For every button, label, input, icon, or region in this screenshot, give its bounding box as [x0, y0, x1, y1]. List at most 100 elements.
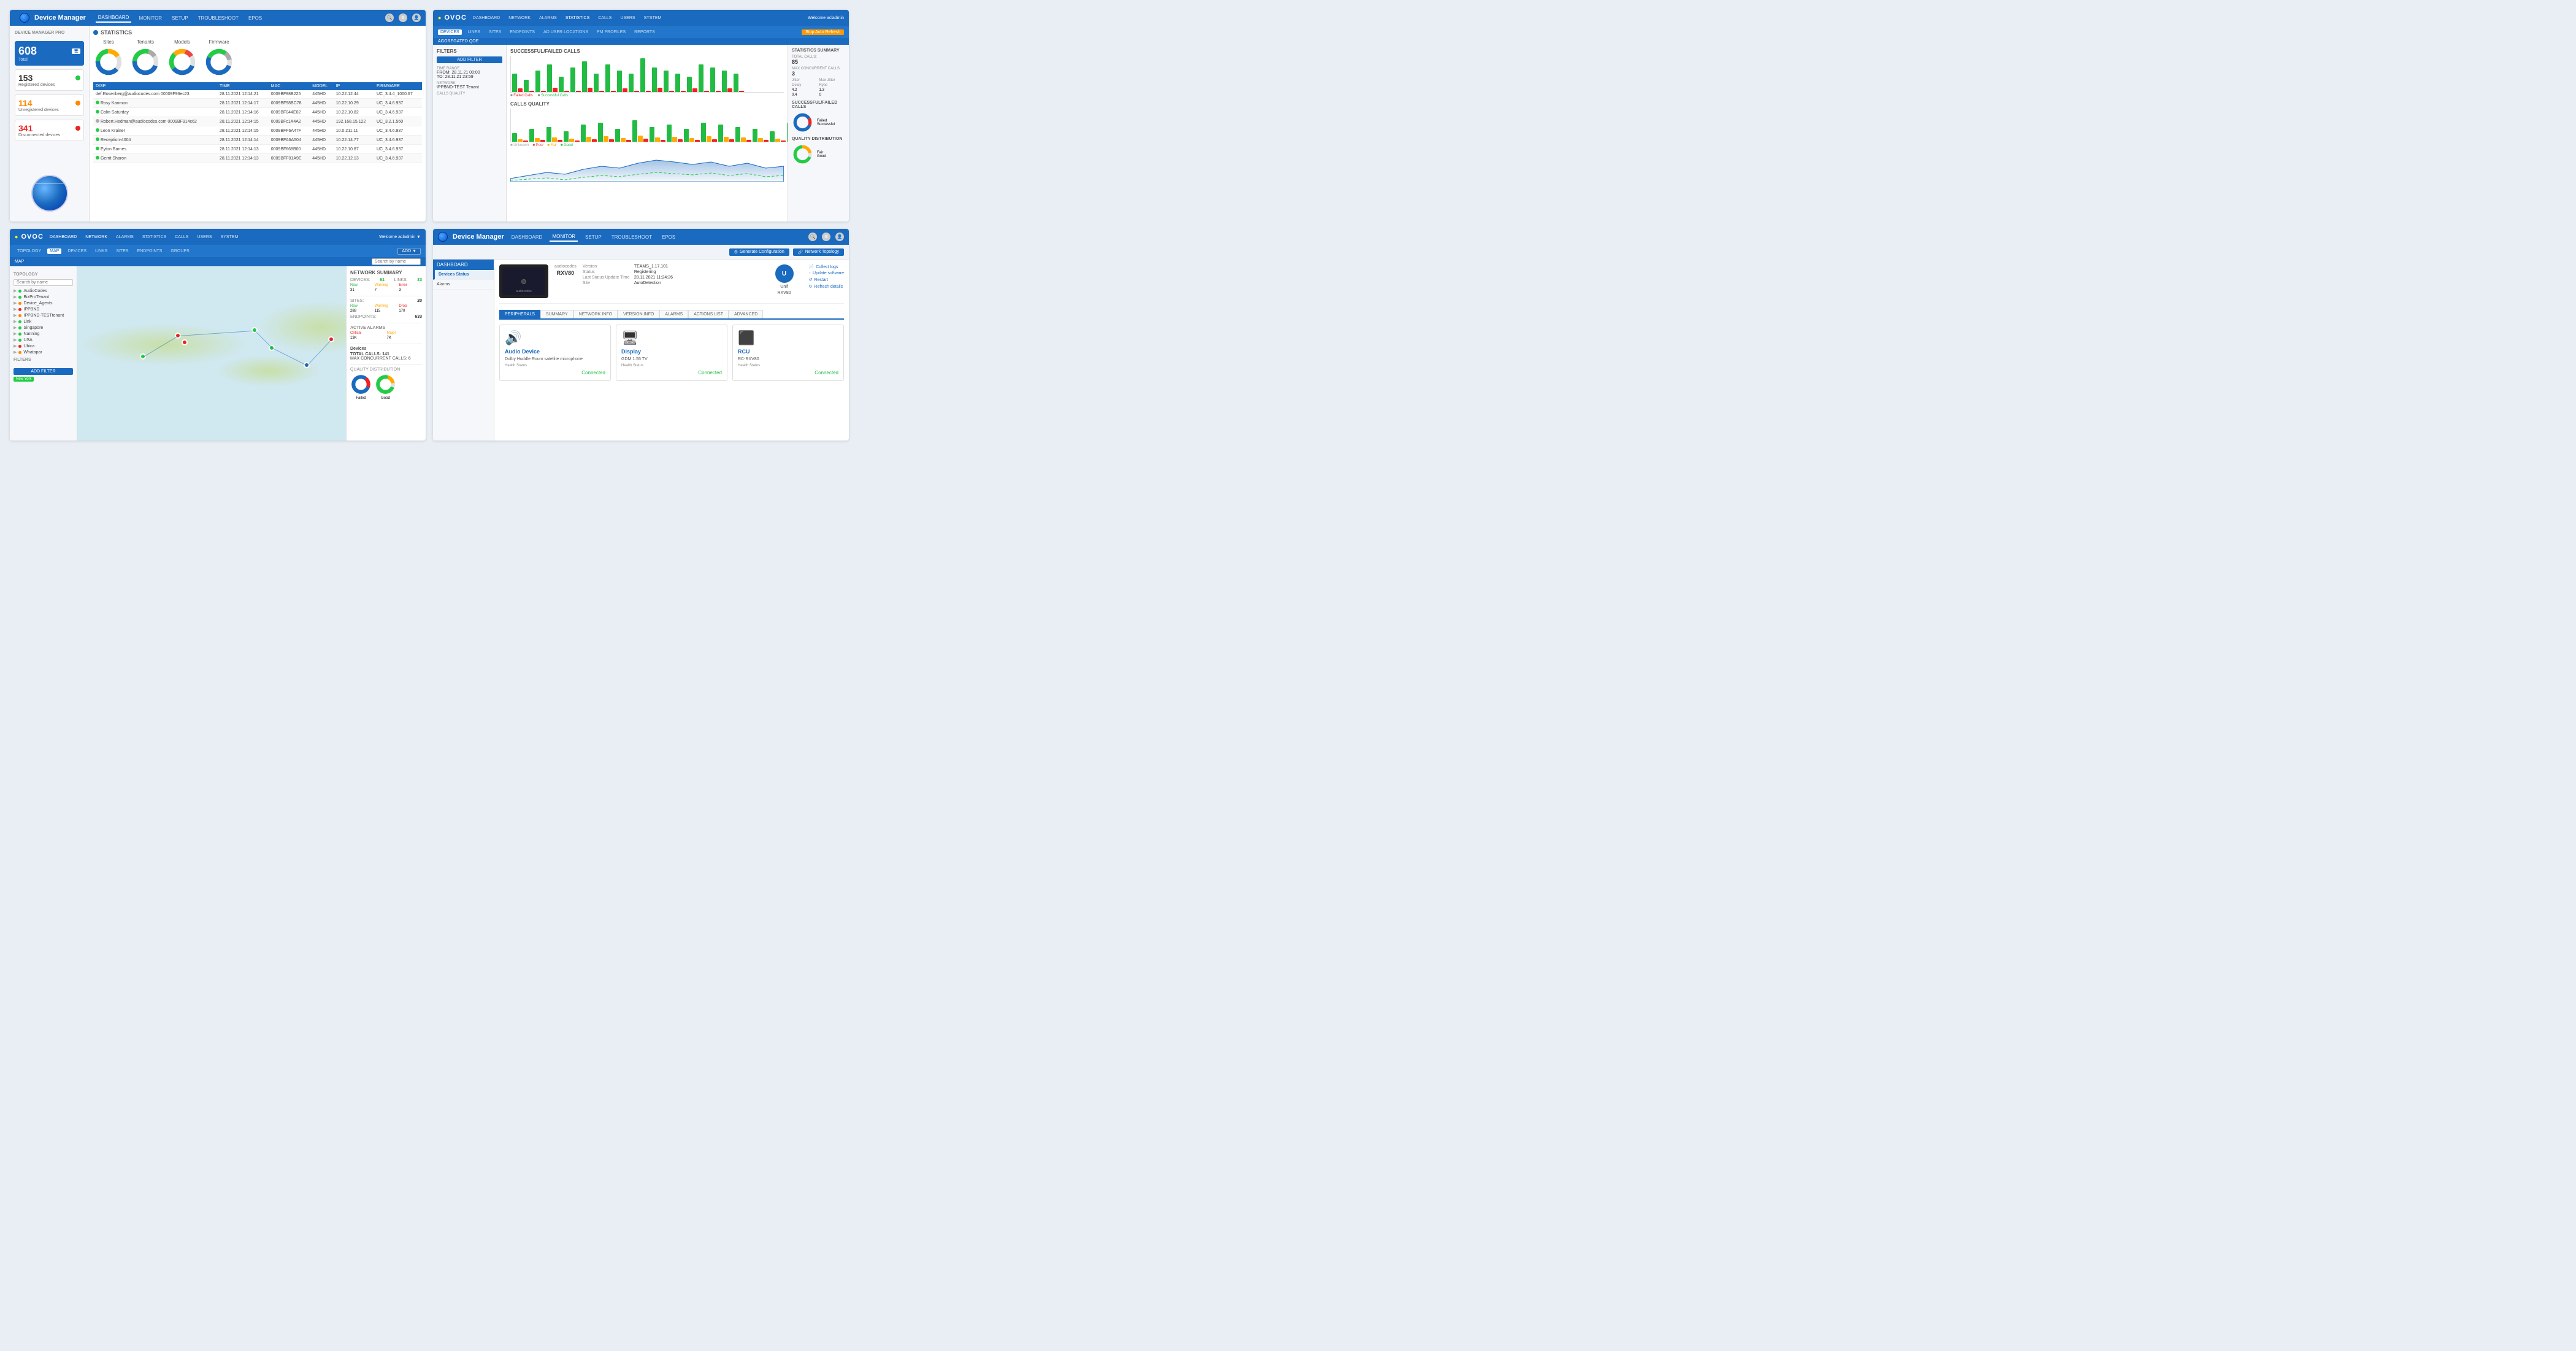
search-icon[interactable]: 🔍	[385, 13, 394, 22]
map-nav-users[interactable]: USERS	[194, 234, 214, 241]
ovoc-nav-network[interactable]: NETWORK	[506, 15, 533, 21]
col-fw: FIRMWARE	[374, 82, 422, 90]
update-software-link[interactable]: ↑ Update software	[809, 271, 844, 275]
dm2-nav-dashboard[interactable]: DASHBOARD	[509, 233, 545, 241]
dm2-body: DASHBOARD Devices Status Alarms audiocod…	[433, 260, 849, 441]
tab-alarms[interactable]: ALARMS	[659, 310, 688, 318]
map-nav-statistics[interactable]: STATISTICS	[140, 234, 169, 241]
tab-summary[interactable]: SUMMARY	[540, 310, 573, 318]
sub-groups[interactable]: GROUPS	[168, 248, 191, 254]
sidebar-search[interactable]	[13, 279, 73, 286]
tree-item[interactable]: ▶ Device_Agents	[13, 300, 73, 306]
peripheral-connected-status: Connected	[698, 370, 722, 375]
tree-item[interactable]: ▶ AudioCodes	[13, 288, 73, 294]
dm-nav-monitor[interactable]: MONITOR	[136, 14, 164, 22]
tree-item[interactable]: ▶ Nanning	[13, 331, 73, 337]
dm2-user-icon[interactable]: 👤	[835, 233, 844, 241]
tab-version-info[interactable]: VERSION INFO	[618, 310, 659, 318]
tree-item[interactable]: ▶ USA	[13, 337, 73, 343]
refresh-button[interactable]: Stop Auto Refresh	[802, 29, 844, 35]
dm2-sidebar-devices-status[interactable]: Devices Status	[433, 270, 494, 280]
sub-links[interactable]: LINKS	[93, 248, 110, 254]
peripheral-model: GDM 1.55 TV	[621, 357, 648, 361]
tree-item[interactable]: ▶ BizProTenant	[13, 294, 73, 300]
restart-link[interactable]: ↺ Restart	[809, 277, 844, 282]
table-row[interactable]: Leon Krainer	[93, 126, 217, 136]
settings-icon[interactable]: ⚙	[399, 13, 407, 22]
map-ovoc-nav: ● OVOC DASHBOARD NETWORK ALARMS STATISTI…	[10, 229, 426, 245]
table-row[interactable]: Gerrit Sharon	[93, 154, 217, 163]
tree-item[interactable]: ▶ Whatapar	[13, 349, 73, 355]
sub-endpoints[interactable]: ENDPOINTS	[135, 248, 165, 254]
ovoc-nav-dashboard[interactable]: DASHBOARD	[470, 15, 502, 21]
map-nav-alarms[interactable]: ALARMS	[113, 234, 136, 241]
tree-item[interactable]: ▶ IPPBND-TESTtenant	[13, 312, 73, 318]
user-icon[interactable]: 👤	[412, 13, 421, 22]
sub-pm-profiles[interactable]: PM PROFILES	[594, 29, 628, 35]
generate-config-button[interactable]: ⚙ Generate Configuration	[729, 248, 789, 256]
tab-peripherals[interactable]: PERIPHERALS	[499, 310, 540, 318]
collect-logs-link[interactable]: 📄 Collect logs	[809, 264, 844, 269]
map-nav-system[interactable]: SYSTEM	[218, 234, 241, 241]
quality-dist-label: QUALITY DISTRIBUTION	[350, 368, 422, 372]
dm-nav-epos[interactable]: EPOS	[246, 14, 264, 22]
add-button[interactable]: ADD ▼	[397, 248, 421, 255]
table-row[interactable]: Rosy Karimon	[93, 99, 217, 108]
brand-area: audiocodes RXV80	[554, 264, 577, 276]
ovoc-nav-calls[interactable]: CALLS	[596, 15, 614, 21]
sub-sites[interactable]: SITES	[486, 29, 504, 35]
tab-network-info[interactable]: NETWORK INFO	[573, 310, 618, 318]
dm2-nav-setup[interactable]: SETUP	[583, 233, 604, 241]
dm2-settings-icon[interactable]: ⚙	[822, 233, 830, 241]
dm-nav-setup[interactable]: SETUP	[169, 14, 191, 22]
sub-map[interactable]: MAP	[47, 248, 61, 254]
sub-ad-locations[interactable]: AD USER LOCATIONS	[541, 29, 591, 35]
tree-item[interactable]: ▶ Singapore	[13, 325, 73, 331]
tab-actions-list[interactable]: ACTIONS LIST	[688, 310, 729, 318]
map-search-input[interactable]	[372, 258, 421, 265]
tab-advanced[interactable]: ADVANCED	[729, 310, 763, 318]
dm2-nav-epos[interactable]: EPOS	[659, 233, 678, 241]
registered-card: 153 Registered devices	[15, 69, 84, 91]
unregistered-card: 114 Unregistered devices	[15, 94, 84, 116]
dm-nav-troubleshoot[interactable]: TROUBLESHOOT	[196, 14, 241, 22]
dm2-search-icon[interactable]: 🔍	[808, 233, 817, 241]
ovoc-nav-alarms[interactable]: ALARMS	[537, 15, 559, 21]
table-row[interactable]: Reception-4004	[93, 136, 217, 145]
sub-lines[interactable]: LINES	[466, 29, 483, 35]
refresh-details-link[interactable]: ↻ Refresh details	[809, 284, 844, 289]
map-nav-calls[interactable]: CALLS	[172, 234, 191, 241]
table-row[interactable]: Robert.Hedman@audiocodes.com 0009BF914c6…	[93, 117, 217, 126]
sub-topology[interactable]: TOPOLOGY	[15, 248, 44, 254]
tree-item[interactable]: ▶ Link	[13, 318, 73, 325]
sub-devices[interactable]: DEVICES	[65, 248, 89, 254]
table-row[interactable]: def.Rosenberg@audiocodes.com 00009F96ec2…	[93, 90, 217, 99]
tree-item[interactable]: ▶ Ubica	[13, 343, 73, 349]
sub-devices[interactable]: DEVICES	[438, 29, 462, 35]
sub-endpoints[interactable]: ENDPOINTS	[507, 29, 537, 35]
sub-sites[interactable]: SITES	[113, 248, 131, 254]
sub-reports[interactable]: REPORTS	[632, 29, 657, 35]
dm2-sidebar-alarms[interactable]: Alarms	[433, 280, 494, 290]
add-filter-map-button[interactable]: ADD FILTER	[13, 368, 73, 375]
map-nav-network[interactable]: NETWORK	[83, 234, 110, 241]
dm-nav-dashboard[interactable]: DASHBOARD	[96, 13, 132, 23]
network-topology-button[interactable]: 🔗 Network Topology	[793, 248, 844, 256]
dm2-nav-monitor[interactable]: MONITOR	[550, 233, 578, 242]
page-title-bar: AGGREGATED QOE	[433, 38, 849, 45]
stats-header: STATISTICS	[93, 29, 422, 36]
dm2-nav-troubleshoot[interactable]: TROUBLESHOOT	[609, 233, 654, 241]
add-filter-button[interactable]: ADD FILTER	[437, 56, 502, 63]
ovoc-nav-system[interactable]: SYSTEM	[642, 15, 664, 21]
table-row[interactable]: Colin Saturday	[93, 108, 217, 117]
total-number: 608	[18, 45, 37, 58]
map-nav-dashboard[interactable]: DASHBOARD	[47, 234, 79, 241]
table-row[interactable]: Eyton Barnes	[93, 145, 217, 154]
dm-sidebar: DEVICE MANAGER PRO 608 🖥 Total 153 Regis…	[10, 26, 90, 221]
ovoc-nav-statistics[interactable]: STATISTICS	[563, 15, 592, 21]
ovoc-nav-users[interactable]: USERS	[618, 15, 637, 21]
quality-bar-group	[529, 129, 545, 142]
quality-bar-group	[753, 129, 769, 142]
tree-item[interactable]: ▶ IPPBND	[13, 306, 73, 312]
peripheral-name: Audio Device	[505, 348, 540, 355]
